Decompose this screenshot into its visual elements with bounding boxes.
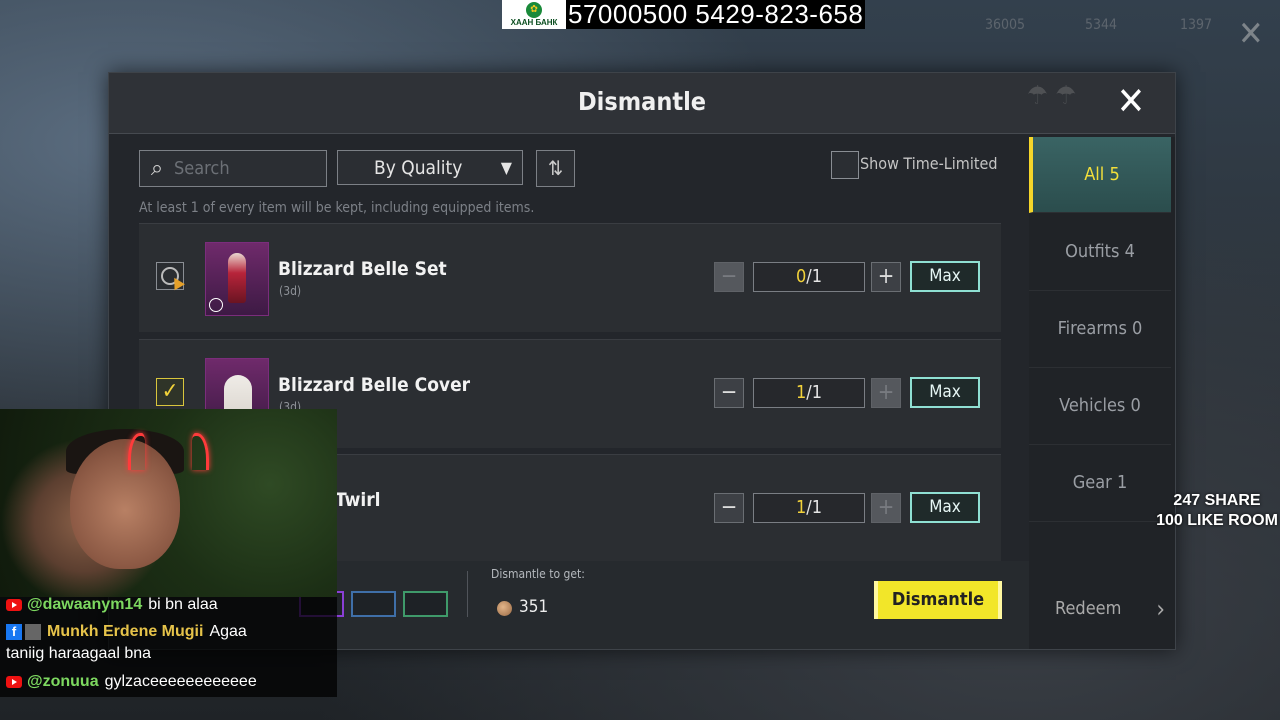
keep-hint: At least 1 of every item will be kept, i… <box>139 200 535 216</box>
quantity-field: 0/1 <box>753 262 865 292</box>
item-name: Twirl <box>335 489 381 511</box>
chevron-right-icon: › <box>1156 595 1165 623</box>
sort-dropdown[interactable]: By Quality ▼ <box>337 150 523 185</box>
sort-label: By Quality <box>374 156 463 179</box>
account-number: 57000500 5429-823-658 <box>568 0 864 29</box>
search-input[interactable]: ⌕ Search <box>139 150 327 187</box>
hud-stat-1: 36005 <box>985 17 1026 33</box>
divider <box>467 571 468 617</box>
chat-message: @zonuua gylzaceeeeeeeeeeee <box>6 673 257 691</box>
chat-message: f Munkh Erdene Mugii Agaa <box>6 623 247 641</box>
max-button[interactable]: Max <box>910 377 980 408</box>
decrease-button[interactable]: − <box>714 378 744 408</box>
bank-logo: ✿ ХААН БАНК <box>502 0 566 29</box>
item-duration: (3d) <box>279 284 302 298</box>
facebook-icon: f <box>6 623 22 640</box>
tab-vehicles[interactable]: Vehicles 0 <box>1029 368 1171 445</box>
like-goal: 100 LIKE ROOM <box>1156 512 1278 529</box>
tab-outfits[interactable]: Outfits 4 <box>1029 214 1171 291</box>
max-button[interactable]: Max <box>910 492 980 523</box>
youtube-icon <box>6 675 22 688</box>
coin-icon <box>497 601 512 616</box>
tab-all[interactable]: All 5 <box>1029 137 1171 213</box>
increase-button[interactable]: + <box>871 378 901 408</box>
tab-firearms[interactable]: Firearms 0 <box>1029 291 1171 368</box>
chat-message: taniig haraagaal bna <box>6 645 152 662</box>
chat-message: @dawaanym14 bi bn alaa <box>6 596 218 614</box>
devil-horn-icon <box>192 433 209 470</box>
category-sidebar: All 5 Outfits 4 Firearms 0 Vehicles 0 Ge… <box>1029 137 1175 649</box>
time-limited-label: Show Time-Limited Items <box>860 154 1002 173</box>
dismantle-button[interactable]: Dismantle <box>874 581 1002 619</box>
item-checkbox[interactable] <box>156 262 185 291</box>
quantity-field: 1/1 <box>753 378 865 408</box>
increase-button[interactable]: + <box>871 493 901 523</box>
close-icon[interactable]: ✕ <box>1113 82 1149 120</box>
share-goal-overlay: 247 SHARE 100 LIKE ROOM <box>1154 491 1280 531</box>
redeem-label: Redeem <box>1055 598 1122 619</box>
chat-overlay: @dawaanym14 bi bn alaa f Munkh Erdene Mugi… <box>0 596 337 697</box>
clock-icon <box>209 298 223 312</box>
avatar <box>25 623 41 640</box>
reward-label: Dismantle to get: <box>491 567 585 581</box>
outer-close-icon[interactable]: ✕ <box>1238 14 1264 54</box>
item-name: Blizzard Belle Cover <box>278 374 471 396</box>
decrease-button[interactable]: − <box>714 262 744 292</box>
chevron-down-icon: ▼ <box>500 158 512 177</box>
hud-stat-2: 5344 <box>1085 17 1118 33</box>
time-limited-checkbox[interactable] <box>831 151 859 179</box>
share-count: 247 SHARE <box>1173 492 1261 509</box>
rarity-filter-blue[interactable] <box>351 591 396 617</box>
redeem-button[interactable]: Redeem › <box>1029 571 1171 647</box>
dialog-title: Dismantle <box>577 87 707 116</box>
item-name: Blizzard Belle Set <box>278 258 447 280</box>
sort-order-button[interactable]: ⇅ <box>536 150 575 187</box>
webcam-overlay <box>0 409 337 597</box>
increase-button[interactable]: + <box>871 262 901 292</box>
reward-value: 351 <box>519 597 549 617</box>
quantity-field: 1/1 <box>753 493 865 523</box>
item-row: Blizzard Belle Set (3d) − 0/1 + Max <box>139 223 1001 332</box>
rarity-filter-green[interactable] <box>403 591 448 617</box>
item-thumbnail <box>205 242 269 316</box>
search-placeholder: Search <box>174 158 230 179</box>
dialog-header: ☂ ☂ Dismantle ✕ <box>109 73 1175 134</box>
item-checkbox[interactable]: ✓ <box>156 378 184 406</box>
youtube-icon <box>6 598 22 611</box>
donation-banner: ✿ ХААН БАНК 57000500 5429-823-658 <box>502 0 866 29</box>
max-button[interactable]: Max <box>910 261 980 292</box>
tab-gear[interactable]: Gear 1 <box>1029 445 1171 522</box>
hud-stat-3: 1397 <box>1180 17 1213 33</box>
decrease-button[interactable]: − <box>714 493 744 523</box>
search-icon: ⌕ <box>150 156 164 181</box>
